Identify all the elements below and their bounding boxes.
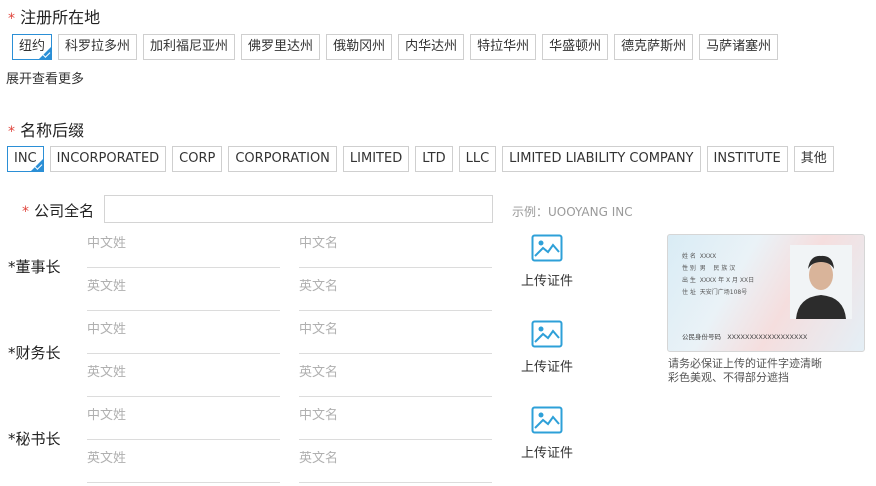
id-card-fields: 姓 名 XXXX 性 别 男 民 族 汉 出 生 XXXX 年 X 月 XX日 …	[682, 251, 754, 299]
cn-first-field[interactable]	[299, 402, 492, 440]
id-card-label: 住 址	[682, 289, 696, 296]
registration-title: 注册所在地	[20, 8, 101, 27]
en-last-input[interactable]	[87, 365, 280, 380]
suffix-option-incorporated[interactable]: INCORPORATED	[49, 146, 167, 172]
fullname-hint: 示例：UOOYANG INC	[512, 205, 633, 219]
suffix-option-ltd[interactable]: LTD	[415, 146, 453, 172]
upload-id-button-cfo[interactable]: 上传证件	[512, 320, 582, 375]
officer-label-secretary: *秘书长	[8, 430, 61, 448]
required-mark: *	[8, 124, 15, 140]
en-last-field[interactable]	[87, 359, 280, 397]
suffix-option-list: INC INCORPORATED CORP CORPORATION LIMITE…	[7, 146, 834, 172]
suffix-option-llc-full[interactable]: LIMITED LIABILITY COMPANY	[502, 146, 701, 172]
id-card-row-name: 姓 名 XXXX	[682, 251, 754, 263]
id-card-row-address: 住 址 天安门广场108号	[682, 287, 754, 299]
fullname-label-row: * 公司全名	[22, 200, 94, 221]
state-option-massachusetts[interactable]: 马萨诸塞州	[699, 34, 779, 60]
registration-title-row: * 注册所在地	[8, 4, 100, 28]
image-upload-icon	[531, 320, 563, 348]
registration-state-list: 纽约 科罗拉多州 加利福尼亚州 佛罗里达州 俄勒冈州 内华达州 特拉华州 华盛顿…	[12, 34, 779, 60]
upload-id-button-secretary[interactable]: 上传证件	[512, 406, 582, 461]
cn-last-input[interactable]	[87, 408, 280, 423]
state-option-delaware[interactable]: 特拉华州	[470, 34, 537, 60]
state-option-newyork[interactable]: 纽约	[12, 34, 53, 60]
state-option-texas[interactable]: 德克萨斯州	[614, 34, 694, 60]
id-card-photo	[790, 245, 852, 319]
id-card-note-line: 请务必保证上传的证件字迹清晰	[668, 357, 822, 370]
fullname-label: 公司全名	[34, 202, 95, 220]
suffix-option-llc[interactable]: LLC	[458, 146, 497, 172]
cn-first-input[interactable]	[299, 236, 492, 251]
suffix-option-corporation[interactable]: CORPORATION	[228, 146, 337, 172]
upload-id-label: 上传证件	[520, 446, 573, 461]
en-first-input[interactable]	[299, 365, 492, 380]
required-mark: *	[22, 204, 29, 220]
suffix-title: 名称后缀	[20, 121, 85, 140]
suffix-option-inc[interactable]: INC	[7, 146, 44, 172]
en-first-input[interactable]	[299, 279, 492, 294]
id-card-value: 男	[699, 265, 706, 272]
cn-last-field[interactable]	[87, 402, 280, 440]
suffix-option-limited[interactable]: LIMITED	[342, 146, 410, 172]
suffix-title-row: * 名称后缀	[8, 117, 84, 141]
en-last-input[interactable]	[87, 279, 280, 294]
id-card-note: 请务必保证上传的证件字迹清晰 彩色美观、不得部分遮挡	[668, 357, 822, 385]
cn-first-field[interactable]	[299, 316, 492, 354]
state-option-nevada[interactable]: 内华达州	[398, 34, 465, 60]
cn-last-input[interactable]	[87, 236, 280, 251]
id-card-row-birth: 出 生 XXXX 年 X 月 XX日	[682, 275, 754, 287]
id-card-value: 汉	[729, 265, 736, 272]
cn-last-field[interactable]	[87, 316, 280, 354]
en-last-field[interactable]	[87, 445, 280, 483]
cn-first-input[interactable]	[299, 408, 492, 423]
image-upload-icon	[531, 234, 563, 262]
cn-first-input[interactable]	[299, 322, 492, 337]
state-option-colorado[interactable]: 科罗拉多州	[58, 34, 138, 60]
id-card-label: 出 生	[682, 277, 696, 284]
state-option-california[interactable]: 加利福尼亚州	[143, 34, 236, 60]
en-first-input[interactable]	[299, 451, 492, 466]
upload-id-label: 上传证件	[520, 360, 573, 375]
state-option-oregon[interactable]: 俄勒冈州	[326, 34, 393, 60]
en-last-input[interactable]	[87, 451, 280, 466]
cn-first-field[interactable]	[299, 230, 492, 268]
id-card-value: XXXX 年 X 月 XX日	[699, 277, 755, 284]
officer-label-cfo: *财务长	[8, 344, 61, 362]
en-first-field[interactable]	[299, 359, 492, 397]
id-card-label: 姓 名	[682, 253, 696, 260]
portrait-icon	[796, 255, 846, 319]
id-card-note-line: 彩色美观、不得部分遮挡	[668, 371, 789, 384]
en-last-field[interactable]	[87, 273, 280, 311]
cn-last-field[interactable]	[87, 230, 280, 268]
state-option-florida[interactable]: 佛罗里达州	[241, 34, 321, 60]
id-card-label: 民 族	[713, 265, 728, 272]
id-card-value: XXXX	[699, 253, 717, 260]
en-first-field[interactable]	[299, 273, 492, 311]
id-card-label: 性 别	[682, 265, 696, 272]
id-card-sample-image: 姓 名 XXXX 性 别 男 民 族 汉 出 生 XXXX 年 X 月 XX日 …	[667, 234, 865, 352]
id-card-value: 天安门广场108号	[699, 289, 748, 296]
suffix-option-corp[interactable]: CORP	[172, 146, 223, 172]
suffix-option-other[interactable]: 其他	[793, 146, 834, 172]
required-mark: *	[8, 11, 15, 27]
upload-id-label: 上传证件	[520, 274, 573, 289]
id-card-row-sex: 性 别 男 民 族 汉	[682, 263, 754, 275]
fullname-input[interactable]	[105, 196, 492, 222]
upload-id-button-chairman[interactable]: 上传证件	[512, 234, 582, 289]
id-card-value: XXXXXXXXXXXXXXXXXX	[727, 333, 808, 341]
en-first-field[interactable]	[299, 445, 492, 483]
fullname-input-box[interactable]	[104, 195, 493, 223]
expand-more-link[interactable]: 展开查看更多	[6, 68, 84, 87]
state-option-washington[interactable]: 华盛顿州	[542, 34, 609, 60]
id-card-number-row: 公民身份号码 XXXXXXXXXXXXXXXXXX	[682, 331, 807, 341]
image-upload-icon	[531, 406, 563, 434]
id-card-label: 公民身份号码	[682, 333, 721, 341]
cn-last-input[interactable]	[87, 322, 280, 337]
suffix-option-institute[interactable]: INSTITUTE	[706, 146, 788, 172]
officer-label-chairman: *董事长	[8, 258, 61, 276]
